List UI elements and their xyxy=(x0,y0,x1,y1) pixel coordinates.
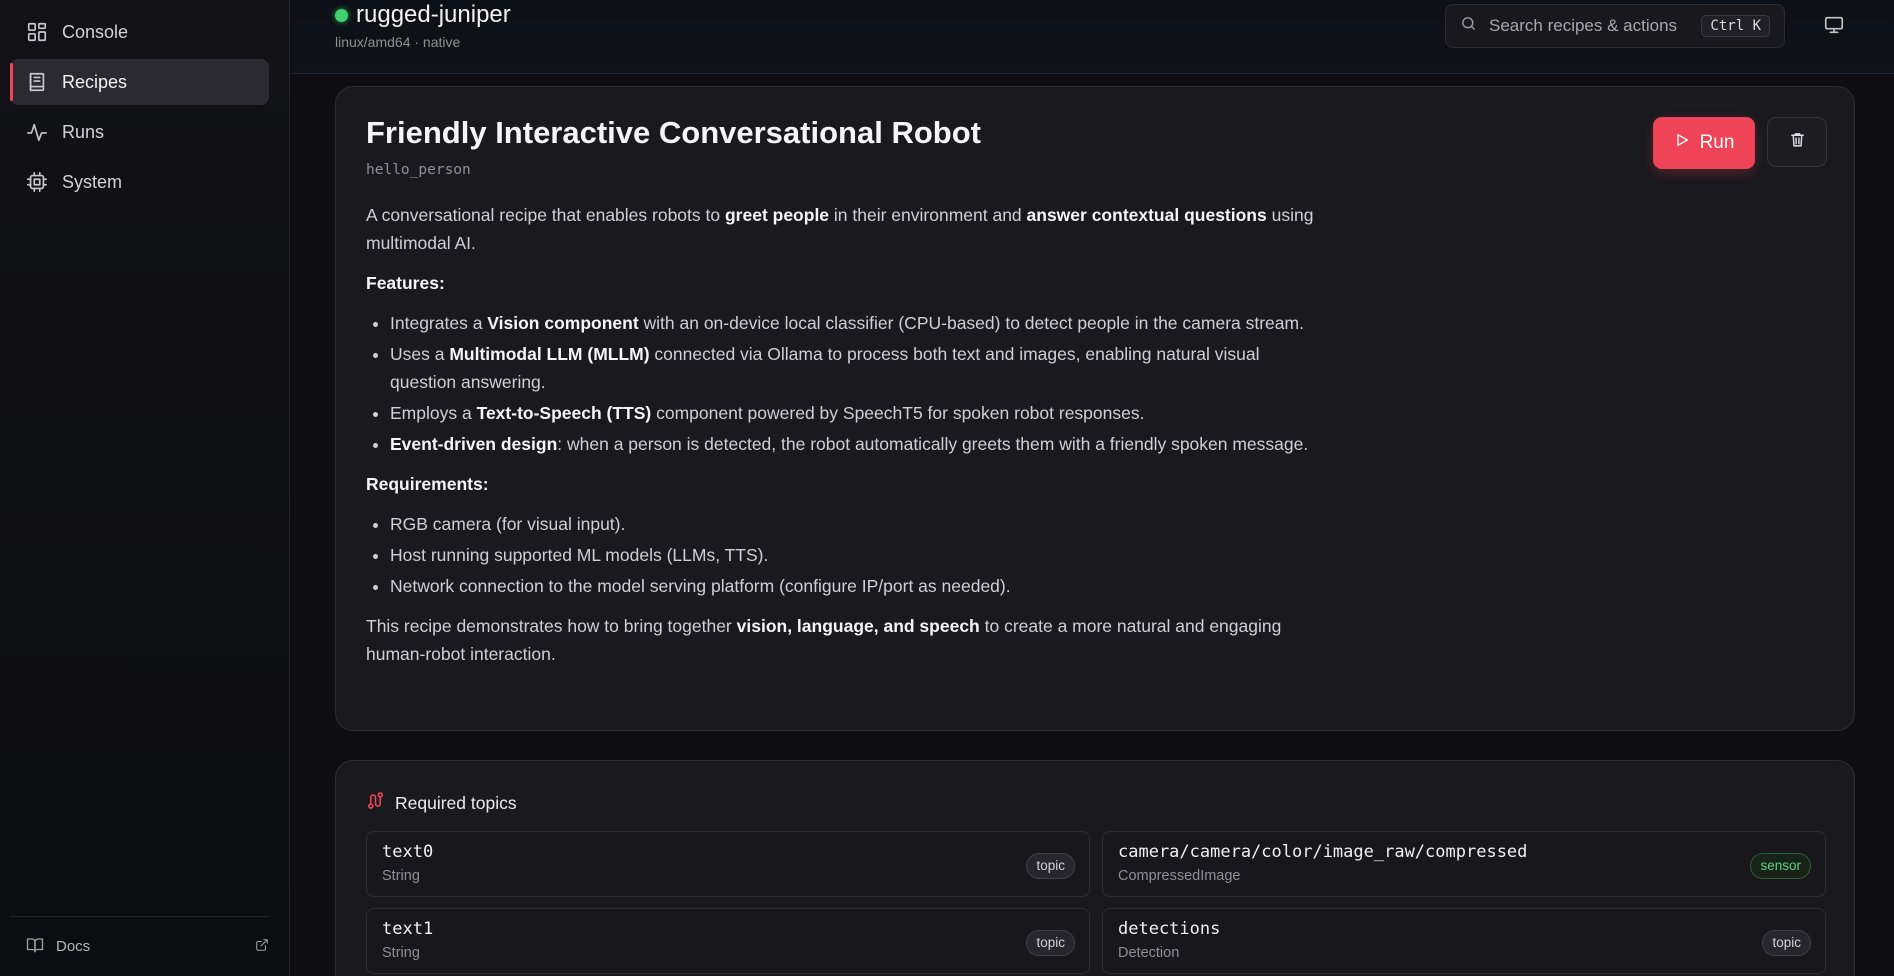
delete-button[interactable] xyxy=(1767,117,1827,167)
list-item: Integrates a Vision component with an on… xyxy=(390,309,1326,337)
search-placeholder: Search recipes & actions xyxy=(1489,16,1678,35)
host-platform: linux/amd64 · native xyxy=(335,34,461,50)
sidebar-item-label: Console xyxy=(62,21,129,42)
recipe-title: Friendly Interactive Conversational Robo… xyxy=(366,115,981,150)
topic-type: Detection xyxy=(1118,945,1180,961)
grid-icon xyxy=(26,21,48,43)
intro-paragraph: A conversational recipe that enables rob… xyxy=(366,201,1326,257)
sidebar-item-console[interactable]: Console xyxy=(10,9,269,55)
list-item: Network connection to the model serving … xyxy=(390,572,1326,600)
feature-text: Integrates a xyxy=(390,313,488,333)
trash-icon xyxy=(1789,131,1806,153)
topics-heading-label: Required topics xyxy=(395,792,517,813)
feature-text: Employs a xyxy=(390,403,477,423)
list-item: Employs a Text-to-Speech (TTS) component… xyxy=(390,399,1326,427)
feature-bold: Multimodal LLM (MLLM) xyxy=(449,344,650,364)
topic-name: text1 xyxy=(382,919,434,939)
sidebar-item-recipes[interactable]: Recipes xyxy=(10,59,269,105)
intro-bold: answer contextual questions xyxy=(1026,205,1267,225)
requirements-heading: Requirements: xyxy=(366,474,489,494)
topic-item[interactable]: detections Detection topic xyxy=(1102,908,1826,974)
outro-text: This recipe demonstrates how to bring to… xyxy=(366,616,737,636)
topic-item[interactable]: text0 String topic xyxy=(366,831,1090,897)
topic-badge: topic xyxy=(1762,930,1811,956)
top-bar: rugged-juniper linux/amd64 · native Sear… xyxy=(291,0,1894,74)
docs-label: Docs xyxy=(56,938,91,955)
outro-bold: vision, language, and speech xyxy=(736,616,980,636)
monitor-icon[interactable] xyxy=(1823,14,1849,36)
topic-name: camera/camera/color/image_raw/compressed xyxy=(1118,842,1528,862)
requirements-list: RGB camera (for visual input). Host runn… xyxy=(390,510,1326,600)
book-icon xyxy=(26,71,48,93)
recipe-card: Friendly Interactive Conversational Robo… xyxy=(335,86,1855,731)
search-icon xyxy=(1460,15,1477,37)
host-name: rugged-juniper xyxy=(356,1,511,28)
sidebar-item-label: Runs xyxy=(62,121,105,142)
recipe-slug: hello_person xyxy=(366,162,471,178)
list-item: Uses a Multimodal LLM (MLLM) connected v… xyxy=(390,340,1326,396)
status-dot-icon xyxy=(335,8,348,22)
intro-bold: greet people xyxy=(724,205,830,225)
sidebar-item-label: System xyxy=(62,171,123,192)
sidebar: Console Recipes Runs System Docs xyxy=(0,0,290,976)
cpu-icon xyxy=(26,171,48,193)
feature-text: : when a person is detected, the robot a… xyxy=(557,434,1309,454)
sidebar-nav: Console Recipes Runs System xyxy=(0,0,289,205)
route-icon xyxy=(366,791,385,815)
main-area: rugged-juniper linux/amd64 · native Sear… xyxy=(291,0,1894,976)
intro-text: in their environment and xyxy=(829,205,1027,225)
intro-text: A conversational recipe that enables rob… xyxy=(366,205,725,225)
external-link-icon xyxy=(255,938,269,956)
search-input[interactable]: Search recipes & actions Ctrl K xyxy=(1445,4,1785,48)
sidebar-item-runs[interactable]: Runs xyxy=(10,109,269,155)
required-topics-card: Required topics text0 String topic camer… xyxy=(335,760,1855,976)
topic-type: CompressedImage xyxy=(1118,868,1241,884)
features-list: Integrates a Vision component with an on… xyxy=(390,309,1326,458)
topic-badge: topic xyxy=(1026,930,1075,956)
sidebar-item-system[interactable]: System xyxy=(10,159,269,205)
sidebar-item-label: Recipes xyxy=(62,71,128,92)
topic-name: detections xyxy=(1118,919,1221,939)
feature-bold: Event-driven design xyxy=(390,434,558,454)
feature-text: with an on-device local classifier (CPU-… xyxy=(638,313,1304,333)
run-label: Run xyxy=(1699,132,1735,153)
play-icon xyxy=(1674,132,1690,154)
list-item: Event-driven design: when a person is de… xyxy=(390,430,1326,458)
feature-bold: Text-to-Speech (TTS) xyxy=(476,403,652,423)
topic-item[interactable]: text1 String topic xyxy=(366,908,1090,974)
topic-badge: sensor xyxy=(1750,853,1811,879)
topic-name: text0 xyxy=(382,842,434,862)
topics-heading: Required topics xyxy=(366,791,517,815)
feature-text: Uses a xyxy=(390,344,450,364)
outro-paragraph: This recipe demonstrates how to bring to… xyxy=(366,612,1326,668)
topic-type: String xyxy=(382,945,420,961)
search-shortcut: Ctrl K xyxy=(1701,15,1770,37)
list-item: Host running supported ML models (LLMs, … xyxy=(390,541,1326,569)
features-heading: Features: xyxy=(366,273,445,293)
host-info: rugged-juniper linux/amd64 · native xyxy=(335,0,511,50)
host-title: rugged-juniper xyxy=(335,0,511,30)
run-button[interactable]: Run xyxy=(1653,117,1755,169)
feature-text: component powered by SpeechT5 for spoken… xyxy=(651,403,1145,423)
feature-bold: Vision component xyxy=(487,313,639,333)
book-open-icon xyxy=(26,936,44,958)
list-item: RGB camera (for visual input). xyxy=(390,510,1326,538)
recipe-description: A conversational recipe that enables rob… xyxy=(366,201,1326,680)
topic-badge: topic xyxy=(1026,853,1075,879)
topic-item[interactable]: camera/camera/color/image_raw/compressed… xyxy=(1102,831,1826,897)
activity-icon xyxy=(26,121,48,143)
topic-type: String xyxy=(382,868,420,884)
docs-link[interactable]: Docs xyxy=(10,916,269,976)
